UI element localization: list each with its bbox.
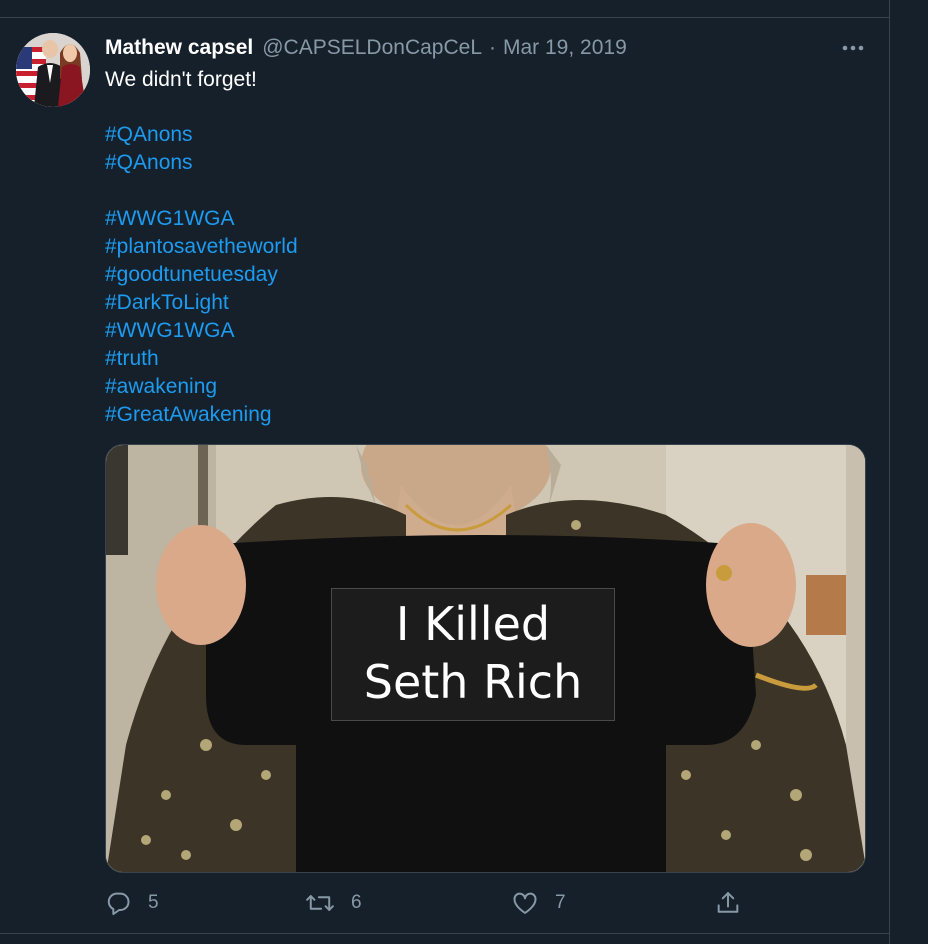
hashtag-link[interactable]: #WWG1WGA — [105, 317, 298, 345]
like-button[interactable]: 7 — [511, 884, 566, 922]
shirt-text-line-1: I Killed — [395, 597, 551, 651]
header-separator: · — [489, 36, 496, 59]
like-count: 7 — [555, 892, 566, 913]
retweet-icon — [306, 895, 334, 911]
hashtag-link[interactable]: #GreatAwakening — [105, 401, 298, 429]
shirt-text-box: I Killed Seth Rich — [331, 588, 615, 721]
more-options-button[interactable] — [836, 37, 870, 59]
reply-count: 5 — [148, 892, 159, 913]
hashtag-link[interactable]: #QAnons — [105, 121, 298, 149]
hashtag-link[interactable]: #goodtunetuesday — [105, 261, 298, 289]
tweet-header: Mathew capsel @CAPSELDonCapCeL · Mar 19,… — [105, 33, 627, 63]
hashtag-link[interactable]: #DarkToLight — [105, 289, 298, 317]
reply-button[interactable]: 5 — [104, 884, 159, 922]
share-icon — [717, 892, 739, 913]
hashtag-link[interactable]: #plantosavetheworld — [105, 233, 298, 261]
tweet-date[interactable]: Mar 19, 2019 — [503, 36, 627, 60]
avatar-image — [16, 33, 90, 107]
more-horizontal-icon — [842, 45, 864, 51]
avatar[interactable] — [16, 33, 90, 107]
retweet-count: 6 — [351, 892, 362, 913]
shirt-text-line-2: Seth Rich — [363, 655, 583, 709]
user-handle[interactable]: @CAPSELDonCapCeL — [262, 36, 482, 60]
reply-icon — [107, 892, 130, 916]
heart-icon — [513, 892, 537, 914]
hashtag-link[interactable]: #QAnons — [105, 149, 298, 177]
top-divider — [0, 17, 890, 18]
timeline-column: Mathew capsel @CAPSELDonCapCeL · Mar 19,… — [0, 0, 890, 944]
hashtag-link[interactable]: #awakening — [105, 373, 298, 401]
retweet-button[interactable]: 6 — [305, 884, 362, 922]
hashtag-list: #QAnons #QAnons #WWG1WGA #plantosavethew… — [105, 121, 298, 429]
bottom-divider — [0, 933, 890, 934]
tweet-text: We didn't forget! — [105, 68, 257, 91]
display-name[interactable]: Mathew capsel — [105, 36, 253, 60]
hashtag-link[interactable]: #WWG1WGA — [105, 205, 298, 233]
tweet-actions: 5 6 7 — [0, 884, 890, 922]
hashtag-link[interactable]: #truth — [105, 345, 298, 373]
share-button[interactable] — [714, 884, 742, 922]
timeline-page: Mathew capsel @CAPSELDonCapCeL · Mar 19,… — [0, 0, 928, 944]
